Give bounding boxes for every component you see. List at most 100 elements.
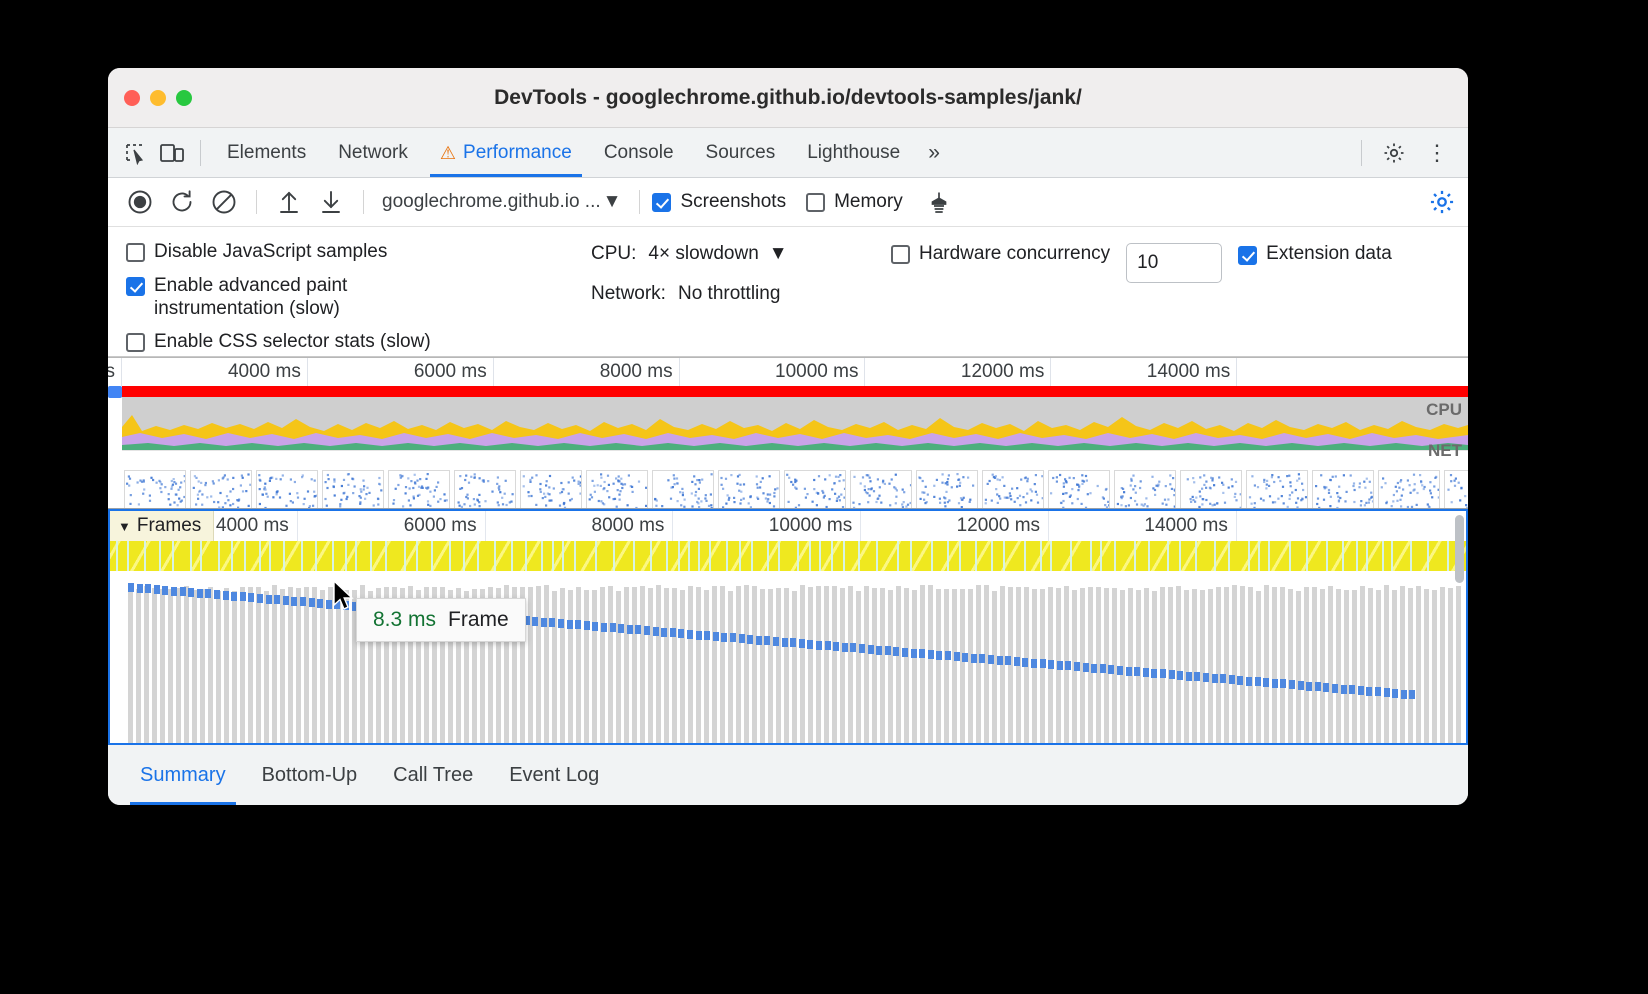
extension-data-checkbox[interactable]: Extension data <box>1238 243 1392 265</box>
filmstrip-thumbnail[interactable] <box>1312 470 1374 509</box>
frame-bar[interactable] <box>952 589 957 743</box>
frame-bar[interactable] <box>152 588 157 743</box>
advanced-paint-checkbox[interactable]: Enable advanced paint instrumentation (s… <box>126 274 591 320</box>
tab-lighthouse[interactable]: Lighthouse <box>791 128 916 177</box>
overview-selection-handle[interactable] <box>108 386 122 398</box>
frame-bar[interactable] <box>1232 585 1237 743</box>
frame-bar[interactable] <box>576 587 581 743</box>
frame-bar[interactable] <box>648 588 653 743</box>
frame-bar[interactable] <box>992 591 997 743</box>
frame-bar[interactable] <box>1320 589 1325 743</box>
hardware-concurrency-checkbox[interactable]: Hardware concurrency <box>891 243 1110 265</box>
filmstrip-thumbnail[interactable] <box>784 470 846 509</box>
frame-bar[interactable] <box>712 586 717 743</box>
tab-elements[interactable]: Elements <box>211 128 322 177</box>
frame-bar[interactable] <box>184 586 189 743</box>
frame-bar[interactable] <box>1368 588 1373 743</box>
css-selector-stats-checkbox[interactable]: Enable CSS selector stats (slow) <box>126 331 591 353</box>
frame-bar[interactable] <box>864 586 869 743</box>
frame-bar[interactable] <box>1264 585 1269 743</box>
frame-bar[interactable] <box>200 589 205 743</box>
frame-bar[interactable] <box>1160 587 1165 743</box>
frame-bar[interactable] <box>768 589 773 743</box>
frame-bar[interactable] <box>1440 587 1445 743</box>
frame-bar[interactable] <box>960 589 965 743</box>
upload-profile-icon[interactable] <box>269 184 309 220</box>
frame-bar[interactable] <box>592 590 597 743</box>
css-selector-stats-box[interactable] <box>126 333 145 352</box>
frame-bar[interactable] <box>328 587 333 743</box>
tab-summary[interactable]: Summary <box>122 745 244 805</box>
screenshots-checkbox-box[interactable] <box>652 193 671 212</box>
frame-bar[interactable] <box>984 585 989 743</box>
network-throttling-value[interactable]: No throttling <box>678 283 780 305</box>
frame-bar[interactable] <box>1176 586 1181 743</box>
frame-bar[interactable] <box>1168 587 1173 743</box>
inspect-element-icon[interactable] <box>118 136 154 170</box>
frame-bar[interactable] <box>664 588 669 743</box>
device-toolbar-icon[interactable] <box>154 136 190 170</box>
frame-bar[interactable] <box>168 589 173 743</box>
frames-track-band[interactable] <box>110 541 1466 571</box>
frame-bar[interactable] <box>256 587 261 743</box>
frame-bar[interactable] <box>320 590 325 743</box>
frame-bar[interactable] <box>840 588 845 743</box>
filmstrip-thumbnail[interactable] <box>982 470 1044 509</box>
frame-bar[interactable] <box>1216 587 1221 743</box>
timeline-flame-chart[interactable]: 2000 ms4000 ms6000 ms8000 ms10000 ms1200… <box>108 509 1468 743</box>
frame-bar[interactable] <box>760 589 765 743</box>
frame-bar[interactable] <box>1280 587 1285 743</box>
frame-bar[interactable] <box>1208 589 1213 743</box>
frame-bar[interactable] <box>784 588 789 743</box>
frame-bar[interactable] <box>1448 588 1453 743</box>
kebab-menu-icon[interactable]: ⋮ <box>1416 140 1458 166</box>
frame-bar[interactable] <box>1376 590 1381 743</box>
frame-bar[interactable] <box>1456 586 1461 743</box>
frame-bar[interactable] <box>632 587 637 743</box>
frame-bar[interactable] <box>848 586 853 743</box>
frame-bar[interactable] <box>288 587 293 743</box>
frame-bar[interactable] <box>208 587 213 743</box>
recording-url-select[interactable]: googlechrome.github.io ... ▼ <box>376 191 627 213</box>
filmstrip-thumbnail[interactable] <box>454 470 516 509</box>
frame-bar[interactable] <box>296 588 301 743</box>
download-profile-icon[interactable] <box>311 184 351 220</box>
timeline-overview[interactable]: 2000 ms4000 ms6000 ms8000 ms10000 ms1200… <box>108 357 1468 509</box>
frame-bar[interactable] <box>1288 589 1293 743</box>
tab-bottom-up[interactable]: Bottom-Up <box>244 745 376 805</box>
tab-call-tree[interactable]: Call Tree <box>375 745 491 805</box>
frame-bar[interactable] <box>704 590 709 743</box>
frame-bar[interactable] <box>304 587 309 743</box>
frame-bar[interactable] <box>944 589 949 743</box>
frame-bar[interactable] <box>1384 585 1389 743</box>
frame-bar[interactable] <box>720 586 725 743</box>
disable-js-samples-checkbox[interactable]: Disable JavaScript samples <box>126 241 591 263</box>
filmstrip-thumbnail[interactable] <box>1048 470 1110 509</box>
frame-bar[interactable] <box>1152 591 1157 743</box>
close-window-button[interactable] <box>124 90 140 106</box>
frame-bar[interactable] <box>672 588 677 743</box>
filmstrip-thumbnail[interactable] <box>190 470 252 509</box>
maximize-window-button[interactable] <box>176 90 192 106</box>
frame-bar[interactable] <box>1392 590 1397 743</box>
frame-bar[interactable] <box>136 589 141 743</box>
frame-bar[interactable] <box>976 585 981 743</box>
filmstrip-thumbnail[interactable] <box>652 470 714 509</box>
frame-bar[interactable] <box>312 587 317 743</box>
memory-checkbox[interactable]: Memory <box>806 191 903 213</box>
filmstrip-thumbnail[interactable] <box>718 470 780 509</box>
frame-bar[interactable] <box>128 585 133 743</box>
frame-bar[interactable] <box>792 591 797 743</box>
filmstrip-thumbnail[interactable] <box>850 470 912 509</box>
frame-bar[interactable] <box>280 589 285 743</box>
frame-bar[interactable] <box>536 586 541 743</box>
filmstrip-thumbnail[interactable] <box>520 470 582 509</box>
frame-bar[interactable] <box>616 591 621 743</box>
frame-bar[interactable] <box>744 585 749 743</box>
frame-bar[interactable] <box>216 591 221 743</box>
frame-bar[interactable] <box>528 587 533 743</box>
record-button-icon[interactable] <box>120 184 160 220</box>
frame-bar[interactable] <box>1400 586 1405 743</box>
frame-bar[interactable] <box>1360 586 1365 743</box>
frame-bar[interactable] <box>1248 587 1253 743</box>
